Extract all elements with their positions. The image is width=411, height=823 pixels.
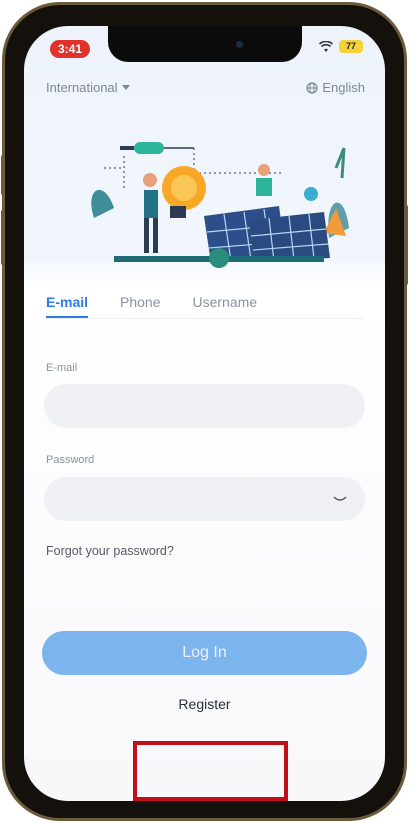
login-method-tabs: E-mail Phone Username <box>46 294 289 318</box>
notch <box>108 26 302 62</box>
password-label: Password <box>46 454 95 466</box>
side-button <box>1 155 5 195</box>
tab-email[interactable]: E-mail <box>46 294 89 318</box>
password-field[interactable] <box>44 477 365 521</box>
eye-closed-icon[interactable] <box>333 495 347 503</box>
email-field[interactable] <box>44 384 365 428</box>
region-label: International <box>46 80 118 95</box>
side-button <box>1 210 5 265</box>
forgot-password-link[interactable]: Forgot your password? <box>46 544 174 558</box>
camera-icon <box>236 41 243 48</box>
status-time: 3:41 <box>50 40 90 58</box>
tabs-divider <box>46 318 363 319</box>
caret-down-icon <box>121 85 130 90</box>
email-label: E-mail <box>46 362 78 374</box>
globe-icon <box>306 81 318 94</box>
highlight-box <box>133 741 288 801</box>
app-screen: 3:41 77 International English E-mail Pho… <box>24 26 385 801</box>
tab-username[interactable]: Username <box>193 294 258 318</box>
battery-indicator: 77 <box>339 40 363 53</box>
solar-energy-illustration <box>91 142 349 268</box>
tab-phone[interactable]: Phone <box>120 294 160 318</box>
register-link[interactable]: Register <box>24 696 385 712</box>
wifi-icon <box>319 40 333 52</box>
language-label: English <box>322 80 365 95</box>
region-selector[interactable]: International <box>46 80 130 95</box>
language-selector[interactable]: English <box>306 80 365 95</box>
status-icons: 77 <box>319 40 363 53</box>
side-button <box>404 205 408 285</box>
login-button[interactable]: Log In <box>42 631 367 675</box>
